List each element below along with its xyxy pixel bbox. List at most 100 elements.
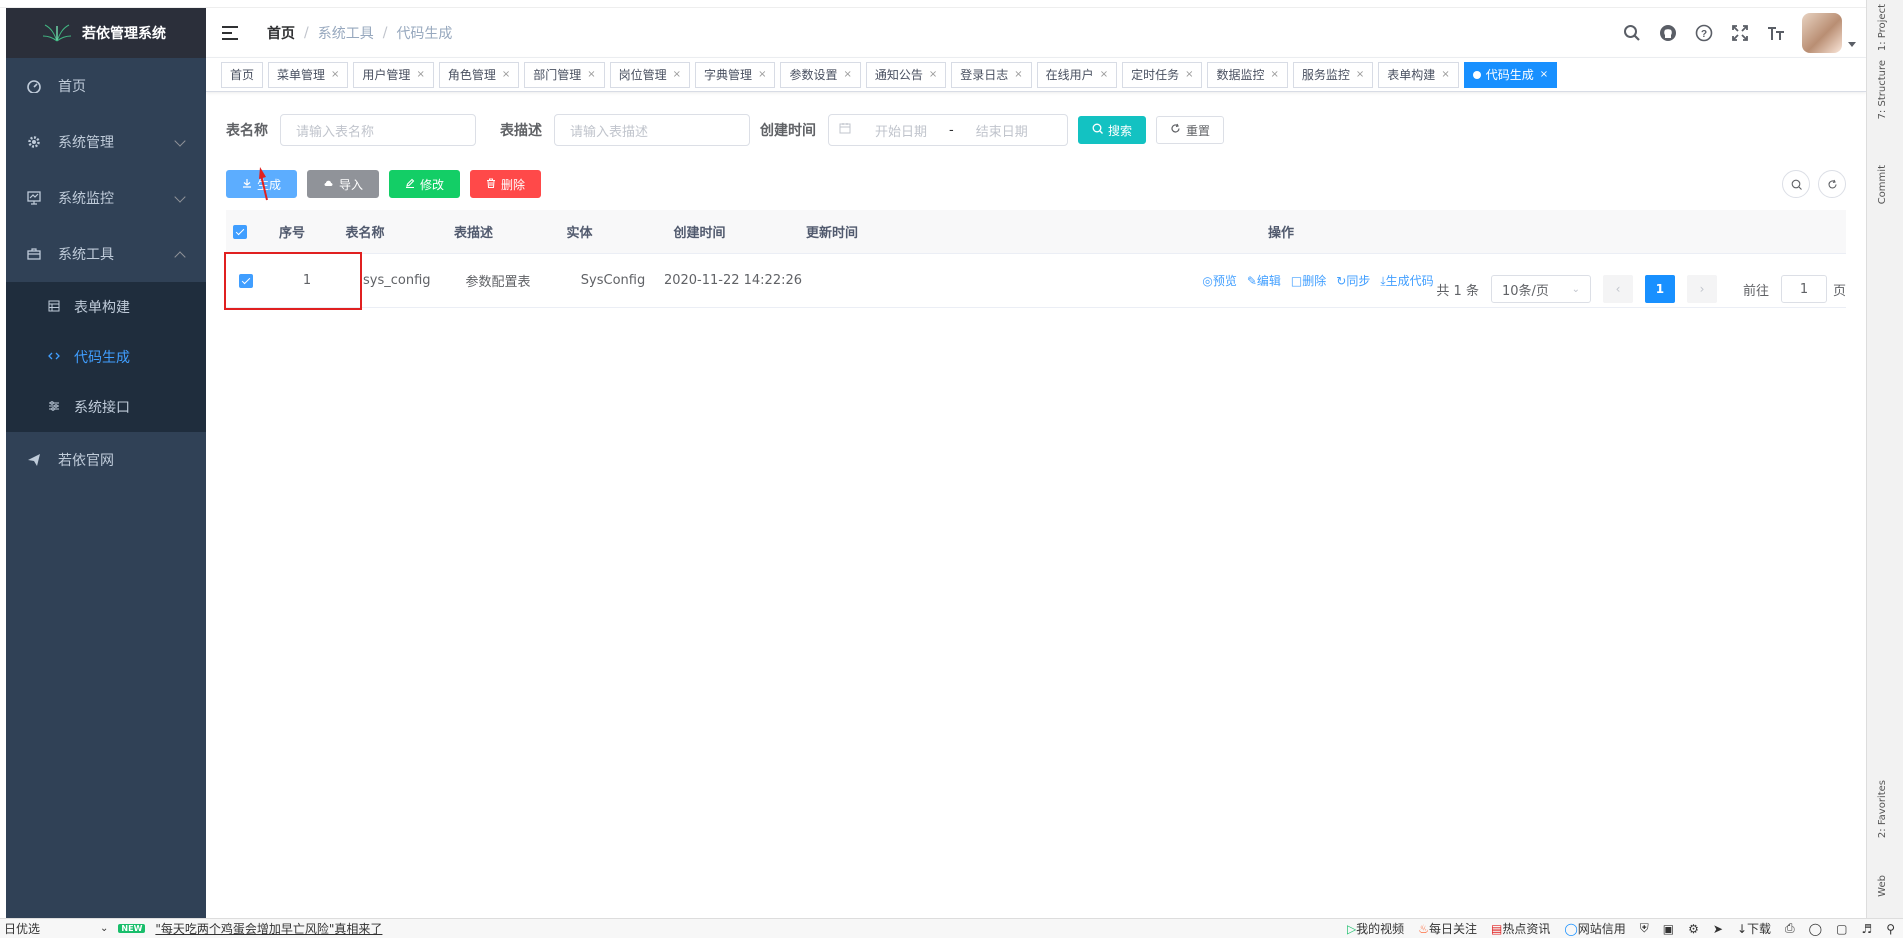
sidebar-item-form-builder[interactable]: 表单构建 <box>6 282 206 332</box>
reset-button-label: 重置 <box>1186 123 1211 138</box>
search-button[interactable]: 搜索 <box>1078 116 1147 144</box>
close-icon[interactable]: × <box>1540 69 1548 80</box>
send-icon <box>26 452 42 468</box>
edit-link[interactable]: ✎编辑 <box>1247 272 1281 289</box>
sidebar-item-system-management[interactable]: 系统管理 <box>6 114 206 170</box>
site-credit-link[interactable]: ◯网站信用 <box>1564 920 1625 937</box>
tag-2[interactable]: 用户管理 × <box>353 61 434 88</box>
daily-focus-link[interactable]: ♨每日关注 <box>1418 920 1477 937</box>
tag-4[interactable]: 部门管理 × <box>524 61 605 88</box>
delete-button[interactable]: 删除 <box>470 170 542 198</box>
close-icon[interactable]: × <box>1441 69 1449 80</box>
sidebar-item-system-tools[interactable]: 系统工具 <box>6 226 206 282</box>
refresh-button[interactable] <box>1818 170 1846 198</box>
hamburger-icon[interactable] <box>222 25 242 41</box>
table-name-placeholder: 请输入表名称 <box>296 124 375 140</box>
tag-5[interactable]: 岗位管理 × <box>609 61 691 88</box>
logo[interactable]: 若依管理系统 <box>6 8 206 58</box>
tag-7[interactable]: 参数设置 × <box>780 61 861 88</box>
tag-14[interactable]: 表单构建 × <box>1378 61 1459 88</box>
avatar[interactable] <box>1802 13 1842 53</box>
news-link[interactable]: "每天吃两个鸡蛋会增加早亡风险"真相来了 <box>155 920 382 937</box>
search-icon[interactable] <box>1622 23 1642 43</box>
tag-label: 用户管理 <box>362 68 411 82</box>
print-icon[interactable]: ⎙ <box>1785 921 1795 936</box>
close-icon[interactable]: × <box>1271 69 1279 80</box>
help-icon[interactable]: ? <box>1694 23 1714 43</box>
ide-tab-commit[interactable]: Commit <box>1877 165 1888 204</box>
tag-9[interactable]: 登录日志 × <box>951 61 1032 88</box>
caret-down-icon[interactable] <box>1848 41 1856 47</box>
table-desc-input[interactable]: 请输入表描述 <box>554 114 750 146</box>
image-icon[interactable]: ▣ <box>1663 922 1674 936</box>
tag-6[interactable]: 字典管理 × <box>695 61 776 88</box>
tag-3[interactable]: 角色管理 × <box>438 61 520 88</box>
github-icon[interactable] <box>1658 23 1678 43</box>
sidebar-item-official-site[interactable]: 若依官网 <box>6 432 206 488</box>
fullscreen-icon[interactable] <box>1730 23 1750 43</box>
page-size-select[interactable]: 10条/页 ⌄ <box>1490 275 1591 303</box>
sidebar-item-label: 表单构建 <box>74 300 130 316</box>
ide-tab-project[interactable]: 1: Project <box>1877 4 1888 51</box>
reset-button[interactable]: 重置 <box>1156 116 1225 144</box>
sidebar-item-system-api[interactable]: 系统接口 <box>6 382 206 432</box>
sidebar-item-code-generator[interactable]: 代码生成 <box>6 332 206 382</box>
download-link[interactable]: ↓下载 <box>1737 920 1771 937</box>
close-icon[interactable]: × <box>1014 69 1022 80</box>
close-icon[interactable]: × <box>1185 69 1193 80</box>
ie-icon[interactable]: ◯ <box>1809 922 1822 936</box>
tag-0[interactable]: 首页 <box>221 61 264 88</box>
pagination: 共 1 条 10条/页 ⌄ ‹ 1 › 前往 1 页 <box>1436 275 1846 303</box>
goto-input[interactable]: 1 <box>1780 275 1827 303</box>
close-icon[interactable]: × <box>331 69 339 80</box>
tag-8[interactable]: 通知公告 × <box>865 61 947 88</box>
close-icon[interactable]: × <box>673 69 681 80</box>
breadcrumb-home[interactable]: 首页 <box>267 23 295 43</box>
tag-11[interactable]: 定时任务 × <box>1122 61 1203 88</box>
font-size-icon[interactable] <box>1766 23 1786 43</box>
close-icon[interactable]: × <box>929 69 937 80</box>
select-all-checkbox[interactable] <box>226 224 254 239</box>
site-credit-label: 网站信用 <box>1577 922 1626 936</box>
close-icon[interactable]: × <box>587 69 595 80</box>
sync-link[interactable]: ↻同步 <box>1336 272 1370 289</box>
my-videos-link[interactable]: ▷我的视频 <box>1347 920 1404 937</box>
close-icon[interactable]: × <box>843 69 851 80</box>
tag-label: 角色管理 <box>447 68 496 82</box>
close-icon[interactable]: × <box>416 69 424 80</box>
zoom-icon[interactable]: ⚲ <box>1886 922 1895 936</box>
col-table-desc: 表描述 <box>453 226 493 241</box>
tag-1[interactable]: 菜单管理 × <box>268 61 349 88</box>
generate-code-link[interactable]: ⤓生成代码 <box>1380 272 1433 289</box>
ide-tab-web[interactable]: Web <box>1877 875 1888 897</box>
ide-tab-favorites[interactable]: 2: Favorites <box>1877 780 1888 838</box>
settings-icon[interactable]: ⚙ <box>1688 922 1699 936</box>
close-icon[interactable]: × <box>1356 69 1364 80</box>
delete-link[interactable]: □删除 <box>1291 272 1326 289</box>
toggle-search-button[interactable] <box>1782 170 1810 198</box>
ide-tab-structure[interactable]: 7: Structure <box>1877 60 1888 119</box>
tag-10[interactable]: 在线用户 × <box>1036 61 1118 88</box>
page-number[interactable]: 1 <box>1644 275 1675 303</box>
tag-13[interactable]: 服务监控 × <box>1292 61 1374 88</box>
hot-news-link[interactable]: ▤热点资讯 <box>1491 920 1550 937</box>
prev-page-button[interactable]: ‹ <box>1602 275 1633 303</box>
rocket-icon[interactable]: ➤ <box>1713 922 1723 936</box>
date-range-picker[interactable]: 开始日期 - 结束日期 <box>828 114 1068 146</box>
close-icon[interactable]: × <box>1100 69 1108 80</box>
next-page-button[interactable]: › <box>1686 275 1717 303</box>
sidebar-item-system-monitor[interactable]: 系统监控 <box>6 170 206 226</box>
table-name-input[interactable]: 请输入表名称 <box>280 114 476 146</box>
tag-15[interactable]: 代码生成 × <box>1463 61 1558 88</box>
window-icon[interactable]: ▢ <box>1836 922 1847 936</box>
speaker-icon[interactable]: ♬ <box>1861 922 1872 936</box>
import-button[interactable]: 导入 <box>307 170 380 198</box>
shield-icon[interactable]: ⛨ <box>1640 921 1649 936</box>
edit-button[interactable]: 修改 <box>389 170 461 198</box>
preview-link[interactable]: ◎预览 <box>1202 272 1237 289</box>
sidebar-item-home[interactable]: 首页 <box>6 58 206 114</box>
close-icon[interactable]: × <box>502 69 510 80</box>
tag-12[interactable]: 数据监控 × <box>1207 61 1288 88</box>
close-icon[interactable]: × <box>758 69 766 80</box>
table-right-tools <box>1782 170 1846 198</box>
